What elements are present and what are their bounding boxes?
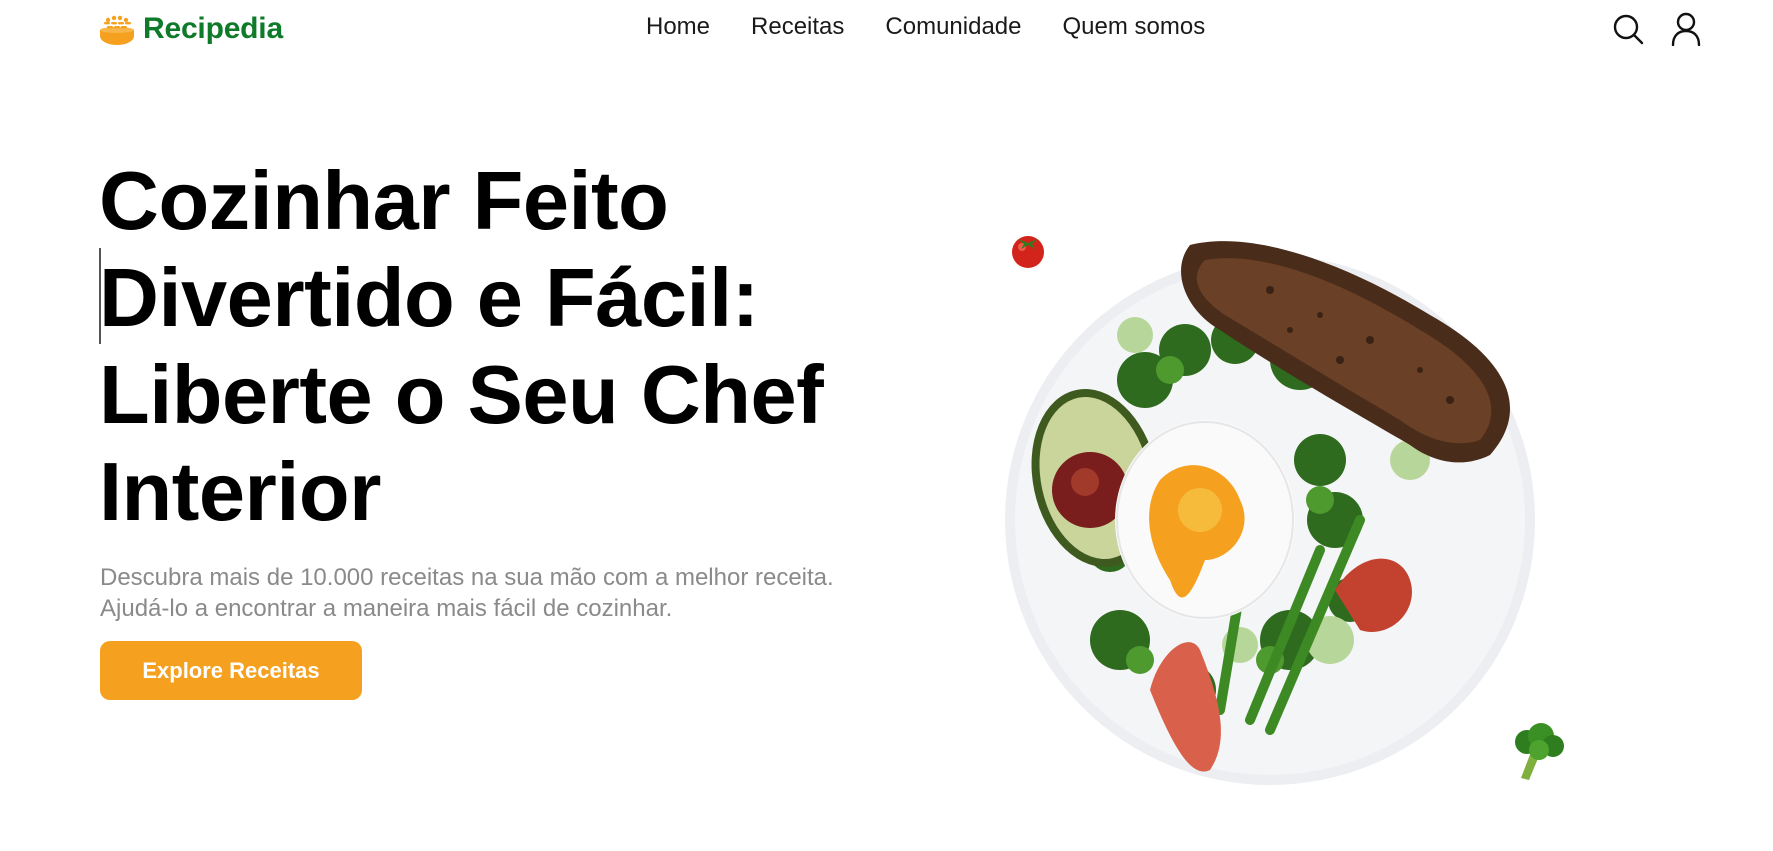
nav-item-home[interactable]: Home (646, 12, 710, 42)
page: Recipedia Home Receitas Comunidade Quem … (0, 0, 1773, 851)
nav-item-quem-somos[interactable]: Quem somos (1063, 12, 1206, 42)
brand-logo-link[interactable]: Recipedia (99, 12, 283, 46)
nav-item-receitas[interactable]: Receitas (751, 12, 844, 42)
user-icon (1671, 12, 1701, 46)
text-caret (99, 248, 101, 344)
hero-food-image (1005, 241, 1535, 785)
tomato-icon (1012, 236, 1044, 268)
search-button[interactable] (1612, 12, 1644, 46)
nav-icon-group (1612, 12, 1702, 46)
explore-recipes-button[interactable]: Explore Receitas (100, 641, 362, 700)
user-account-button[interactable] (1670, 12, 1702, 46)
hero-title: Cozinhar Feito Divertido e Fácil: Libert… (99, 154, 824, 538)
brand-name: Recipedia (143, 12, 283, 45)
search-icon (1613, 14, 1644, 45)
nav-item-comunidade[interactable]: Comunidade (885, 12, 1021, 42)
broccoli-icon (1515, 723, 1564, 780)
bread-basket-icon (100, 15, 134, 45)
hero-description: Descubra mais de 10.000 receitas na sua … (100, 564, 834, 622)
main-nav: Home Receitas Comunidade Quem somos (646, 12, 1205, 42)
